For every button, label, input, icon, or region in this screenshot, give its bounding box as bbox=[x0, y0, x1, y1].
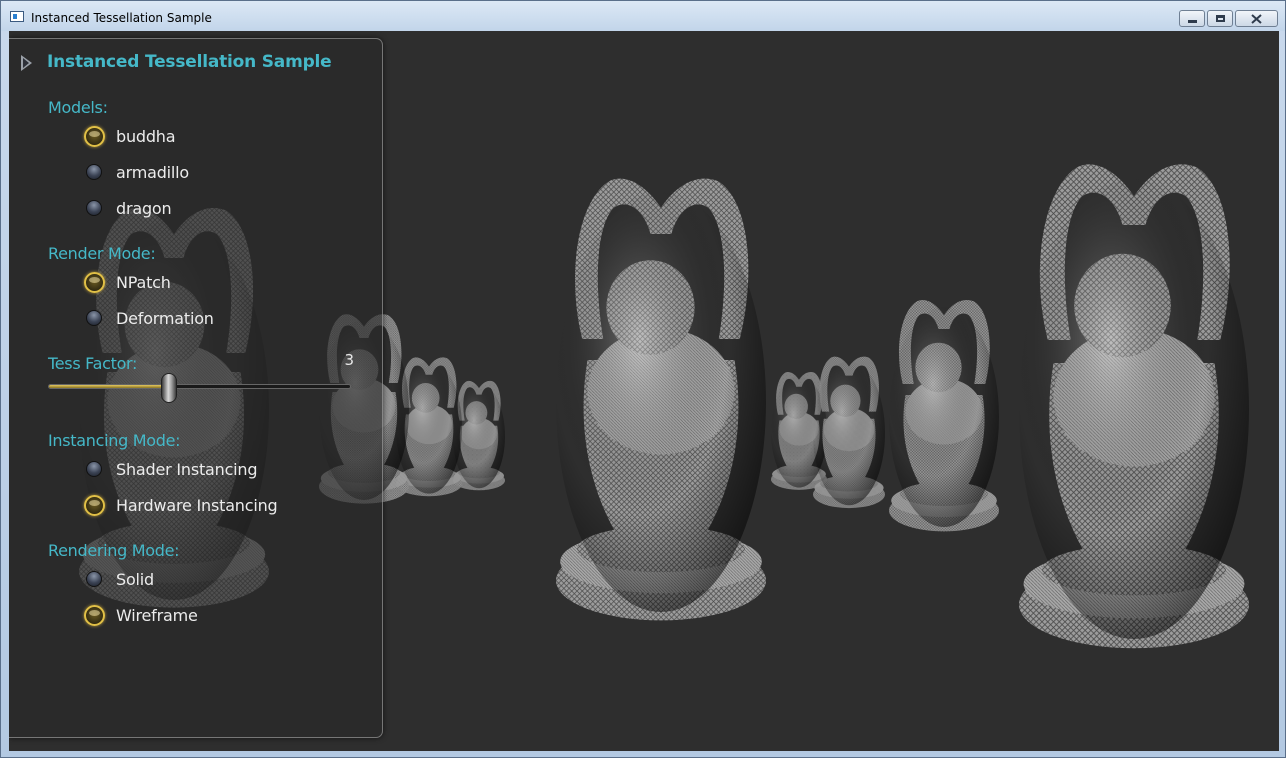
radio-shader-instancing[interactable]: Shader Instancing bbox=[85, 456, 258, 482]
collapse-arrow-icon[interactable] bbox=[21, 55, 32, 71]
radio-button-icon[interactable] bbox=[86, 200, 102, 216]
app-icon bbox=[10, 11, 24, 22]
radio-label: Wireframe bbox=[116, 605, 198, 625]
render-mode-label: Render Mode: bbox=[48, 244, 156, 263]
radio-render-npatch[interactable]: NPatch bbox=[84, 269, 171, 295]
instancing-mode-label: Instancing Mode: bbox=[48, 431, 181, 450]
radio-button-icon[interactable] bbox=[86, 571, 102, 587]
radio-button-icon[interactable] bbox=[84, 271, 105, 293]
app-window: Instanced Tessellation Sample Instanced … bbox=[0, 0, 1286, 758]
render-viewport[interactable]: Instanced Tessellation Sample Models: bu… bbox=[9, 31, 1279, 751]
radio-rendering-wireframe[interactable]: Wireframe bbox=[84, 602, 198, 628]
radio-button-icon[interactable] bbox=[86, 310, 102, 326]
tess-factor-label: Tess Factor: bbox=[48, 354, 138, 373]
radio-rendering-solid[interactable]: Solid bbox=[85, 566, 154, 592]
minimize-button[interactable] bbox=[1179, 10, 1205, 27]
slider-fill bbox=[49, 385, 170, 388]
radio-button-icon[interactable] bbox=[84, 494, 105, 516]
radio-label: buddha bbox=[116, 126, 176, 146]
radio-label: Hardware Instancing bbox=[116, 495, 278, 515]
radio-button-icon[interactable] bbox=[84, 125, 105, 147]
models-label: Models: bbox=[48, 98, 108, 117]
minimize-icon bbox=[1187, 20, 1197, 23]
close-button[interactable] bbox=[1235, 10, 1278, 27]
radio-label: Shader Instancing bbox=[116, 459, 258, 479]
radio-button-icon[interactable] bbox=[84, 604, 105, 626]
radio-button-icon[interactable] bbox=[86, 164, 102, 180]
tess-factor-value: 3 bbox=[344, 351, 354, 369]
maximize-button[interactable] bbox=[1207, 10, 1233, 27]
window-title: Instanced Tessellation Sample bbox=[31, 11, 212, 25]
maximize-icon bbox=[1215, 15, 1225, 22]
radio-model-armadillo[interactable]: armadillo bbox=[85, 159, 189, 185]
title-bar[interactable]: Instanced Tessellation Sample bbox=[1, 1, 1285, 31]
radio-label: NPatch bbox=[116, 272, 171, 292]
radio-label: armadillo bbox=[116, 162, 189, 182]
radio-hardware-instancing[interactable]: Hardware Instancing bbox=[84, 492, 278, 518]
radio-model-buddha[interactable]: buddha bbox=[84, 123, 176, 149]
radio-button-icon[interactable] bbox=[86, 461, 102, 477]
window-controls bbox=[1179, 10, 1278, 27]
radio-label: Solid bbox=[116, 569, 154, 589]
panel-title: Instanced Tessellation Sample bbox=[47, 52, 332, 72]
radio-label: Deformation bbox=[116, 308, 214, 328]
close-icon bbox=[1251, 13, 1262, 24]
rendering-mode-label: Rendering Mode: bbox=[48, 541, 180, 560]
control-panel: Instanced Tessellation Sample Models: bu… bbox=[9, 38, 383, 738]
radio-render-deformation[interactable]: Deformation bbox=[85, 305, 214, 331]
radio-model-dragon[interactable]: dragon bbox=[85, 195, 172, 221]
slider-thumb[interactable] bbox=[161, 373, 178, 403]
radio-label: dragon bbox=[116, 198, 172, 218]
tess-factor-slider[interactable] bbox=[48, 373, 351, 403]
